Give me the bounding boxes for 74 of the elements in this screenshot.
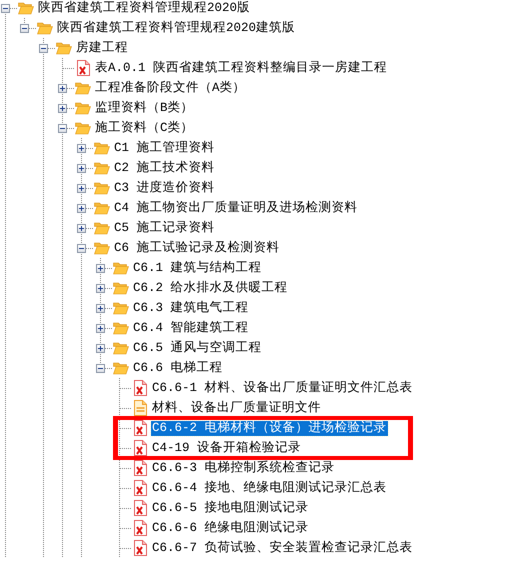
tree-item[interactable]: C3 进度造价资料: [113, 180, 216, 196]
folder-icon: [94, 201, 110, 215]
expand-toggle[interactable]: [96, 324, 105, 333]
folder-icon: [18, 1, 34, 15]
tree-item[interactable]: C6 施工试验记录及检测资料: [113, 240, 281, 256]
expand-toggle[interactable]: [77, 184, 86, 193]
tree-item[interactable]: C6.6 电梯工程: [132, 360, 224, 376]
document-x-icon: [134, 480, 146, 496]
collapse-toggle[interactable]: [77, 244, 86, 253]
document-x-icon: [134, 540, 146, 556]
tree-item[interactable]: 房建工程: [75, 40, 129, 56]
collapse-toggle[interactable]: [96, 364, 105, 373]
tree-item[interactable]: C1 施工管理资料: [113, 140, 216, 156]
collapse-toggle[interactable]: [58, 124, 67, 133]
folder-icon: [113, 261, 129, 275]
folder-icon: [75, 81, 91, 95]
tree-item[interactable]: C6.6-2 电梯材料（设备）进场检验记录: [151, 420, 388, 436]
expand-toggle[interactable]: [77, 144, 86, 153]
document-x-icon: [134, 460, 146, 476]
tree-item[interactable]: C6.6-3 电梯控制系统检查记录: [151, 460, 336, 476]
document-x-icon: [134, 380, 146, 396]
tree-item[interactable]: 监理资料（B类）: [94, 100, 195, 116]
folder-icon: [94, 181, 110, 195]
tree-item[interactable]: 陕西省建筑工程资料管理规程2020建筑版: [56, 20, 296, 36]
document-icon: [134, 400, 146, 416]
tree-item[interactable]: C4-19 设备开箱检验记录: [151, 440, 302, 456]
tree-item[interactable]: C6.6-7 负荷试验、安全装置检查记录汇总表: [151, 540, 414, 556]
tree-item[interactable]: C4 施工物资出厂质量证明及进场检测资料: [113, 200, 359, 216]
folder-icon: [113, 341, 129, 355]
folder-icon: [37, 21, 53, 35]
tree-item[interactable]: C6.1 建筑与结构工程: [132, 260, 263, 276]
tree-item[interactable]: C5 施工记录资料: [113, 220, 216, 236]
tree-item[interactable]: 表A.0.1 陕西省建筑工程资料整编目录一房建工程: [94, 60, 388, 76]
tree-item[interactable]: C2 施工技术资料: [113, 160, 216, 176]
folder-icon: [75, 121, 91, 135]
tree-item[interactable]: C6.6-4 接地、绝缘电阻测试记录汇总表: [151, 480, 388, 496]
document-x-icon: [134, 520, 146, 536]
expand-toggle[interactable]: [96, 284, 105, 293]
document-x-icon: [134, 420, 146, 436]
tree-item[interactable]: C6.6-6 绝缘电阻测试记录: [151, 520, 310, 536]
folder-icon: [113, 361, 129, 375]
folder-icon: [56, 41, 72, 55]
tree-item[interactable]: C6.2 给水排水及供暖工程: [132, 280, 289, 296]
tree-item[interactable]: 材料、设备出厂质量证明文件: [151, 400, 322, 416]
expand-toggle[interactable]: [96, 264, 105, 273]
expand-toggle[interactable]: [77, 224, 86, 233]
collapse-toggle[interactable]: [20, 24, 29, 33]
tree-item[interactable]: C6.3 建筑电气工程: [132, 300, 250, 316]
folder-icon: [75, 101, 91, 115]
tree-item[interactable]: C6.6-1 材料、设备出厂质量证明文件汇总表: [151, 380, 414, 396]
expand-toggle[interactable]: [58, 104, 67, 113]
tree-item[interactable]: 施工资料（C类）: [94, 120, 195, 136]
folder-icon: [113, 281, 129, 295]
expand-toggle[interactable]: [77, 204, 86, 213]
collapse-toggle[interactable]: [39, 44, 48, 53]
expand-toggle[interactable]: [96, 304, 105, 313]
tree-item[interactable]: C6.6-5 接地电阻测试记录: [151, 500, 310, 516]
collapse-toggle[interactable]: [1, 4, 10, 13]
folder-icon: [94, 221, 110, 235]
expand-toggle[interactable]: [77, 164, 86, 173]
expand-toggle[interactable]: [58, 84, 67, 93]
tree-item[interactable]: C6.5 通风与空调工程: [132, 340, 263, 356]
tree-item[interactable]: 工程准备阶段文件（A类）: [94, 80, 247, 96]
folder-icon: [94, 241, 110, 255]
folder-icon: [113, 321, 129, 335]
tree-item[interactable]: 陕西省建筑工程资料管理规程2020版: [37, 0, 252, 16]
document-x-icon: [76, 60, 90, 76]
folder-icon: [94, 161, 110, 175]
folder-icon: [113, 301, 129, 315]
tree-item[interactable]: C6.4 智能建筑工程: [132, 320, 250, 336]
document-x-icon: [134, 440, 146, 456]
expand-toggle[interactable]: [96, 344, 105, 353]
folder-icon: [94, 141, 110, 155]
document-x-icon: [134, 500, 146, 516]
